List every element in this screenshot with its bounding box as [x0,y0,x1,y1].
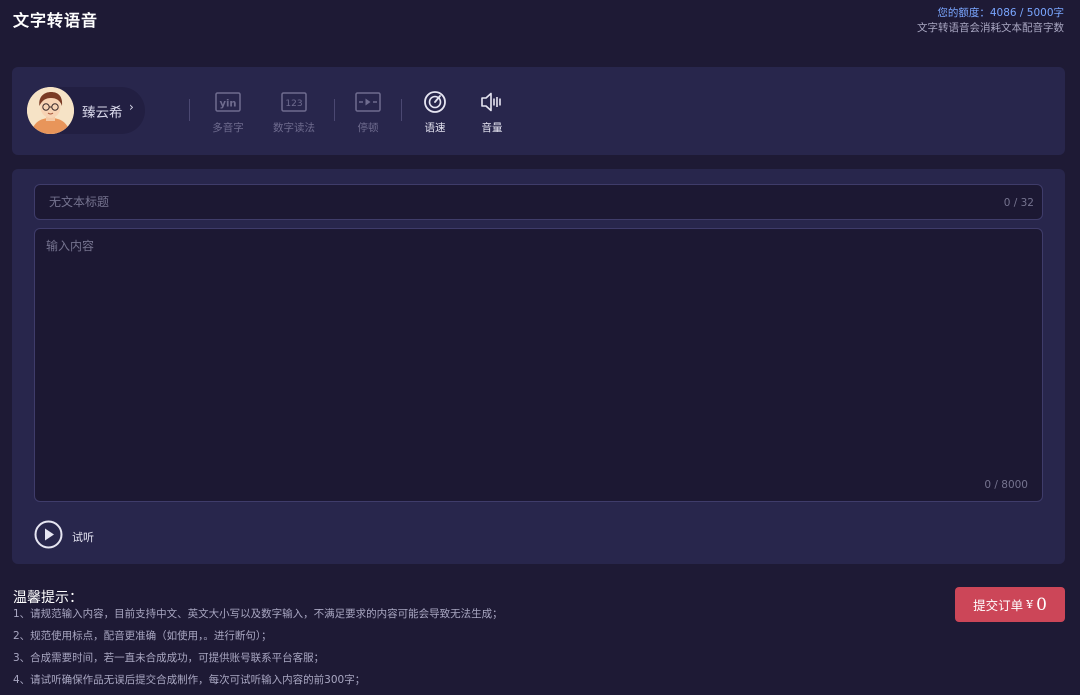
yin-icon: yin [198,89,258,115]
quota-note: 文字转语音会消耗文本配音字数 [917,22,1064,34]
quota-info: 您的额度：4086 / 5000字 文字转语音会消耗文本配音字数 [917,6,1064,36]
editor-card: 0 / 32 0 / 8000 试听 [12,169,1065,564]
divider [334,99,335,121]
order-amount: 0 [1036,594,1047,615]
title-char-count: 0 / 32 [1003,197,1034,209]
tool-label: 音量 [481,122,503,134]
pause-insert-icon [338,89,398,115]
submit-label: 提交订单 [973,598,1024,613]
chevron-right-icon: › [129,100,134,114]
content-char-count: 0 / 8000 [984,479,1028,491]
tip-item: 2、规范使用标点，配音更准确（如使用，。进行断句）； [13,630,272,642]
voice-selector[interactable]: 臻云希 › [27,87,145,134]
content-textarea[interactable] [35,229,1042,501]
play-icon [34,520,63,553]
tip-item: 3、合成需要时间，若一直未合成成功，可提供账号联系平台客服； [13,652,325,664]
title-field: 0 / 32 [34,184,1043,220]
tip-item: 4、请试听确保作品无误后提交合成制作，每次可试听输入内容的前300字； [13,674,366,686]
currency-symbol: ¥ [1026,598,1034,611]
tool-volume[interactable]: 音量 [462,89,522,135]
number-123-icon: 123 [264,89,324,115]
tool-label: 数字读法 [273,122,315,134]
divider [401,99,402,121]
tool-number-reading[interactable]: 123 数字读法 [264,89,324,135]
tips-title: 温馨提示： [13,590,83,606]
tool-polyphone[interactable]: yin 多音字 [198,89,258,135]
title-input[interactable] [35,185,1042,219]
svg-text:yin: yin [219,99,236,110]
tool-label: 多音字 [212,122,244,134]
tool-pause[interactable]: 停顿 [338,89,398,135]
quota-line: 您的额度：4086 / 5000字 [937,7,1064,19]
svg-text:123: 123 [285,99,302,109]
tip-item: 1、请规范输入内容，目前支持中文、英文大小写以及数字输入，不满足要求的内容可能会… [13,608,503,620]
speed-gauge-icon [405,89,465,115]
listen-label: 试听 [72,530,94,544]
tool-label: 语速 [424,122,446,134]
tool-speed[interactable]: 语速 [405,89,465,135]
submit-order-button[interactable]: 提交订单 ¥ 0 [955,587,1065,622]
page-title: 文字转语音 [13,11,99,30]
voice-name: 臻云希 [82,105,123,121]
listen-button[interactable]: 试听 [34,520,94,553]
volume-icon [462,89,522,115]
avatar [27,87,74,134]
content-field: 0 / 8000 [34,228,1043,502]
tool-label: 停顿 [357,122,379,134]
divider [189,99,190,121]
toolbar-card: 臻云希 › yin 多音字 123 数字读法 停顿 语速 音量 [12,67,1065,155]
